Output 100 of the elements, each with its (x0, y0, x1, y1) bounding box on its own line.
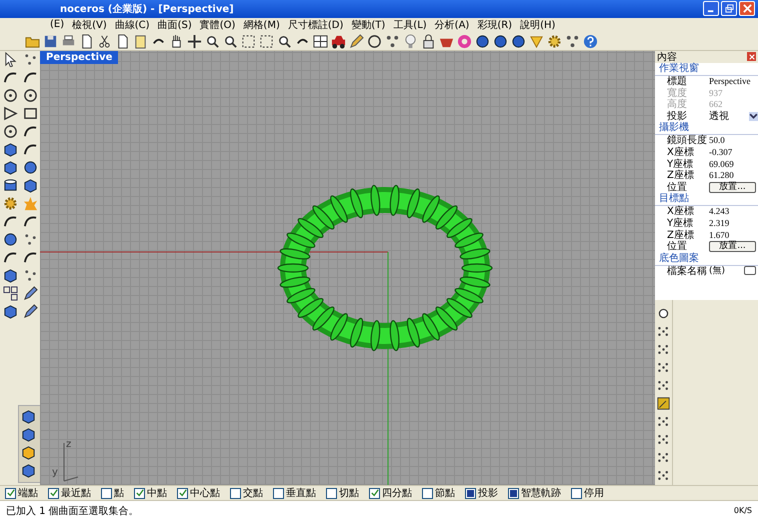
osnap-label: 中心點 (190, 486, 220, 500)
pencil-tool-button[interactable] (655, 396, 672, 411)
grid-icon (313, 34, 328, 48)
scissors-icon (97, 34, 112, 48)
checkbox[interactable] (5, 488, 16, 499)
menu-item[interactable]: (E) (50, 19, 64, 30)
checkbox[interactable] (369, 488, 380, 499)
checkbox[interactable] (230, 488, 241, 499)
dots-icon (23, 52, 38, 68)
bulb-icon (403, 34, 418, 48)
pencil-icon (657, 396, 670, 410)
property-label: X座標 (667, 206, 695, 218)
section-heading: 底色圖案 (655, 252, 758, 266)
property-label: Z座標 (667, 230, 695, 241)
sphere-tool-button[interactable] (510, 32, 527, 50)
property-value: (無) (709, 266, 726, 277)
close-button[interactable] (747, 52, 756, 62)
close-button[interactable] (739, 1, 755, 16)
dots-icon (385, 34, 400, 48)
torus-drawing[interactable] (277, 184, 493, 351)
cross-tool-button[interactable] (186, 32, 203, 50)
toggle-checkbox[interactable] (465, 488, 476, 499)
gear-tool-button[interactable] (546, 32, 563, 50)
window-title: noceros (企業版) - [Perspective] (60, 2, 234, 16)
property-value[interactable]: Perspective (709, 76, 758, 88)
menu-item[interactable]: 曲線(C) (114, 18, 150, 32)
menu-item[interactable]: 網格(M) (243, 18, 280, 32)
sphere-tool-button[interactable] (492, 32, 509, 50)
grid-tool-button[interactable] (1, 284, 20, 303)
projection-dropdown[interactable]: 透視 (709, 110, 758, 122)
place-button[interactable]: 放置... (709, 182, 756, 193)
property-value[interactable]: 69.069 (709, 158, 758, 170)
property-value[interactable]: 4.243 (709, 206, 758, 218)
curve-icon (23, 250, 38, 266)
perspective-viewport[interactable]: Perspective z y (40, 50, 655, 485)
property-value[interactable]: 2.319 (709, 218, 758, 230)
axis-label: z (66, 438, 72, 450)
axis-widget (64, 442, 78, 482)
toggle-checkbox[interactable] (508, 488, 519, 499)
osnap-label: 智慧軌跡 (521, 486, 561, 500)
osnap-label: 切點 (339, 486, 359, 500)
checkbox[interactable] (273, 488, 284, 499)
frame-tool-button[interactable] (258, 32, 275, 50)
menu-item[interactable]: 彩現(R) (477, 18, 512, 32)
triangle-icon (3, 106, 18, 122)
pencil-tool-button[interactable] (348, 32, 365, 50)
curve-icon (23, 142, 38, 158)
triangle-tool-button[interactable] (1, 104, 20, 123)
circle-tool-button[interactable] (21, 86, 40, 105)
magnifier-icon (223, 34, 238, 48)
dots-icon (657, 360, 670, 374)
menu-item[interactable]: 說明(H) (520, 18, 556, 32)
checkbox[interactable] (48, 488, 59, 499)
checkbox[interactable] (134, 488, 145, 499)
osnap-label: 四分點 (382, 487, 412, 500)
menu-item[interactable]: 工具(L) (393, 18, 427, 32)
checkbox[interactable] (326, 488, 337, 499)
menu-item[interactable]: 尺寸標註(D) (288, 18, 344, 32)
property-label: 位置 (667, 182, 688, 193)
property-label: 投影 (667, 110, 687, 122)
star-tool-button[interactable] (21, 194, 40, 213)
menu-item[interactable]: 檢視(V) (72, 18, 107, 32)
pencil-icon (349, 34, 364, 48)
section-heading: 目標點 (655, 193, 758, 206)
frame-tool-button[interactable] (240, 32, 257, 50)
property-value[interactable]: 1.670 (709, 230, 758, 241)
menu-item[interactable]: 分析(A) (434, 18, 470, 32)
menu-item[interactable]: 實體(O) (200, 18, 236, 32)
sphere-tool-button[interactable] (474, 32, 491, 50)
checkbox[interactable] (177, 488, 188, 499)
dots-icon (657, 414, 670, 428)
minimize-button[interactable] (703, 1, 719, 16)
question-tool-button[interactable] (582, 32, 599, 50)
pencil-tool-button[interactable] (21, 302, 40, 321)
circle-tool-button[interactable] (1, 86, 20, 105)
dots-icon (23, 268, 38, 284)
frame-icon (259, 34, 274, 48)
menu-item[interactable]: 曲面(S) (158, 18, 192, 32)
property-value[interactable]: -0.307 (709, 147, 758, 158)
pencil-icon (23, 286, 38, 302)
circle-icon (657, 306, 670, 320)
grid-tool-button[interactable] (312, 32, 329, 50)
circle-tool-button[interactable] (366, 32, 383, 50)
circle-icon (23, 88, 38, 104)
dots-icon (657, 378, 670, 392)
menu-item[interactable]: 變動(T) (351, 18, 386, 32)
pencil-tool-button[interactable] (21, 284, 40, 303)
status-message: 已加入 1 個曲面至選取集合。 (6, 504, 139, 518)
viewport-tab[interactable]: Perspective (40, 50, 118, 64)
property-label: X座標 (667, 147, 695, 158)
checkbox[interactable] (101, 488, 112, 499)
property-value[interactable]: 50.0 (709, 135, 758, 146)
place-button[interactable]: 放置... (709, 241, 756, 252)
circle-tool-button[interactable] (1, 122, 20, 141)
property-value[interactable]: 61.280 (709, 170, 758, 182)
checkbox[interactable] (571, 488, 582, 499)
property-value: 662 (709, 99, 724, 110)
checkbox[interactable] (422, 488, 433, 499)
magnifier-icon (205, 34, 220, 48)
restore-button[interactable] (721, 1, 737, 16)
